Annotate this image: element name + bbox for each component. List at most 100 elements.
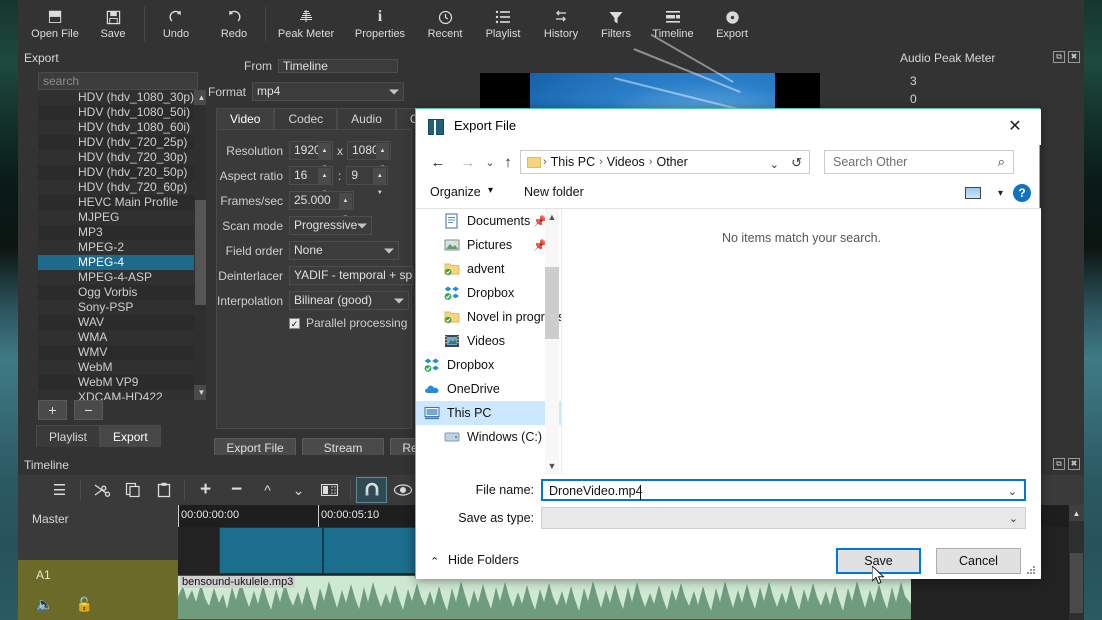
remove-format-button[interactable]: − <box>74 400 103 420</box>
audio-clip[interactable]: bensound-ukulele.mp3 <box>178 575 911 620</box>
scroll-up-icon[interactable]: ▲ <box>1069 505 1084 521</box>
format-list-item[interactable]: Ogg Vorbis <box>38 285 198 300</box>
toolbar-button-filters[interactable]: Filters <box>590 1 642 47</box>
toolbar-button-recent[interactable]: Recent <box>416 1 474 47</box>
format-list-item[interactable]: WebM <box>38 360 198 375</box>
from-value[interactable]: Timeline <box>278 59 398 73</box>
aspect-width-input[interactable]: 16 ▲▼ <box>289 166 333 185</box>
nav-pane-item-videos[interactable]: Videos <box>416 329 561 353</box>
ripple-delete-icon[interactable]: − <box>221 477 252 503</box>
file-name-input[interactable]: DroneVideo.mp4 ⌄ <box>541 479 1026 501</box>
format-list-item[interactable]: XDCAM-HD422 <box>38 390 198 400</box>
toolbar-button-playlist[interactable]: Playlist <box>474 1 532 47</box>
refresh-icon[interactable]: ↺ <box>791 155 802 171</box>
forward-icon[interactable]: → <box>456 151 480 173</box>
nav-pane-item-dropbox[interactable]: Dropbox <box>416 281 561 305</box>
mute-speaker-icon[interactable]: 🔈 <box>36 596 53 613</box>
cancel-button[interactable]: Cancel <box>936 548 1021 574</box>
resolution-height-input[interactable]: 1080 ▲▼ <box>347 141 391 160</box>
format-list-item[interactable]: WMA <box>38 330 198 345</box>
format-list-item[interactable]: MPEG-4-ASP <box>38 270 198 285</box>
snap-magnet-icon[interactable] <box>356 477 387 503</box>
chevron-down-icon[interactable]: ⌄ <box>1008 485 1017 498</box>
nav-pane-item-advent[interactable]: advent <box>416 257 561 281</box>
file-list[interactable]: No items match your search. <box>561 209 1041 474</box>
format-list-item[interactable]: HDV (hdv_720_25p) <box>38 135 198 150</box>
nav-pane-item-novel-in-progress[interactable]: Novel in progress <box>416 305 561 329</box>
unlock-icon[interactable]: 🔓 <box>75 596 92 613</box>
format-list-item[interactable]: HDV (hdv_720_60p) <box>38 180 198 195</box>
close-icon[interactable]: ✕ <box>997 113 1033 139</box>
nav-pane-item-windows-c-[interactable]: Windows (C:) <box>416 425 561 449</box>
scrub-eye-icon[interactable] <box>387 477 418 503</box>
tab-video[interactable]: Video <box>216 108 274 129</box>
field-order-combo[interactable]: None <box>289 241 399 260</box>
toolbar-button-export[interactable]: Export <box>704 1 760 47</box>
float-icon[interactable]: ⧉ <box>1053 458 1065 470</box>
timeline-menu-icon[interactable]: ☰ <box>44 477 75 503</box>
breadcrumb-videos[interactable]: Videos <box>605 155 647 169</box>
format-list-item[interactable]: WebM VP9 <box>38 375 198 390</box>
nav-pane-item-documents[interactable]: Documents📌 <box>416 209 561 233</box>
toolbar-button-undo[interactable]: Undo <box>147 1 205 47</box>
format-list-item[interactable]: Sony-PSP <box>38 300 198 315</box>
search-box[interactable]: Search Other ⌕ <box>824 150 1014 174</box>
scan-mode-combo[interactable]: Progressive <box>289 216 372 235</box>
spinner-arrows[interactable]: ▲▼ <box>373 168 386 185</box>
toolbar-button-peak-meter[interactable]: Peak Meter <box>268 1 344 47</box>
breadcrumb-other[interactable]: Other <box>654 155 689 169</box>
format-list-item[interactable]: HDV (hdv_720_50p) <box>38 165 198 180</box>
nav-pane-item-this-pc[interactable]: This PC <box>416 401 561 425</box>
copy-icon[interactable] <box>117 477 148 503</box>
tab-export[interactable]: Export <box>100 425 161 447</box>
save-as-type-select[interactable]: ⌄ <box>541 507 1026 529</box>
chevron-down-icon[interactable]: ⌄ <box>770 158 779 171</box>
paste-icon[interactable] <box>148 477 179 503</box>
spinner-arrows[interactable]: ▲▼ <box>318 143 331 160</box>
breadcrumb[interactable]: › This PC › Videos › Other ⌄ ↺ <box>520 150 810 174</box>
spinner-arrows[interactable]: ▲▼ <box>376 143 389 160</box>
format-list-item[interactable]: HEVC Main Profile <box>38 195 198 210</box>
video-clip[interactable] <box>219 527 323 574</box>
toolbar-button-timeline[interactable]: Timeline <box>642 1 704 47</box>
scrollbar-thumb[interactable] <box>545 267 559 339</box>
scrollbar-thumb[interactable] <box>1070 553 1083 613</box>
format-list-item[interactable]: HDV (hdv_1080_60i) <box>38 120 198 135</box>
spinner-arrows[interactable]: ▲▼ <box>339 193 352 210</box>
toolbar-button-history[interactable]: History <box>532 1 590 47</box>
help-icon[interactable]: ? <box>1013 184 1031 202</box>
format-list[interactable]: HDV (hdv_1080_30p)HDV (hdv_1080_50i)HDV … <box>38 90 198 400</box>
format-list-item[interactable]: MP3 <box>38 225 198 240</box>
search-input[interactable]: Search Other <box>833 155 907 169</box>
format-list-item[interactable]: MPEG-4 <box>38 255 198 270</box>
nav-pane-item-onedrive[interactable]: OneDrive <box>416 377 561 401</box>
frames-per-sec-input[interactable]: 25.000 ▲▼ <box>289 191 354 210</box>
lift-icon[interactable]: ^ <box>252 477 283 503</box>
timeline-vscrollbar[interactable]: ▲ <box>1069 505 1084 620</box>
parallel-processing-checkbox[interactable]: ✓ <box>289 318 300 329</box>
split-icon[interactable] <box>314 477 345 503</box>
nav-pane-scrollbar[interactable]: ▲ ▼ <box>545 209 559 474</box>
add-format-button[interactable]: + <box>38 400 67 420</box>
toolbar-button-open-file[interactable]: ⬒ Open File <box>26 1 84 47</box>
interpolation-combo[interactable]: Bilinear (good) <box>289 291 409 310</box>
view-mode-icon[interactable] <box>965 187 981 199</box>
format-list-item[interactable]: WAV <box>38 315 198 330</box>
new-folder-button[interactable]: New folder <box>524 185 584 199</box>
format-list-item[interactable]: HDV (hdv_1080_50i) <box>38 105 198 120</box>
format-search-input[interactable]: search <box>38 72 198 90</box>
chevron-down-icon[interactable]: ▾ <box>998 188 1003 199</box>
up-icon[interactable]: ↑ <box>496 151 520 173</box>
format-list-item[interactable]: HDV (hdv_720_30p) <box>38 150 198 165</box>
chevron-down-icon[interactable]: ⌄ <box>1009 512 1018 525</box>
close-icon[interactable]: ✖ <box>1068 51 1080 63</box>
float-icon[interactable]: ⧉ <box>1053 51 1065 63</box>
format-list-item[interactable]: MJPEG <box>38 210 198 225</box>
toolbar-button-save[interactable]: Save <box>84 1 142 47</box>
format-list-item[interactable]: WMV <box>38 345 198 360</box>
spinner-arrows[interactable]: ▲▼ <box>318 168 331 185</box>
resolution-width-input[interactable]: 1920 ▲▼ <box>289 141 333 160</box>
overwrite-icon[interactable]: ⌄ <box>283 477 314 503</box>
cut-icon[interactable] <box>86 477 117 503</box>
nav-pane-item-pictures[interactable]: Pictures📌 <box>416 233 561 257</box>
